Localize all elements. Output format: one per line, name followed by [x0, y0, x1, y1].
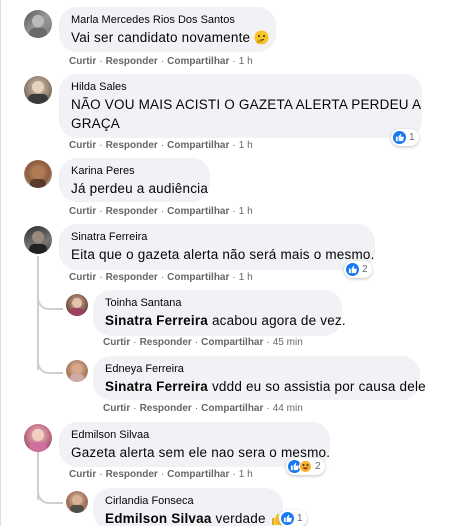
comment-author[interactable]: Edneya Ferreira: [105, 362, 408, 377]
reaction-count: 1: [409, 132, 415, 143]
comment-text: Sinatra Ferreira vddd eu so assistia por…: [105, 379, 426, 394]
thinking-face-icon: [254, 30, 269, 50]
avatar-photo-icon: [70, 495, 84, 513]
like-link[interactable]: Curtir: [69, 140, 96, 151]
comment-author[interactable]: Toinha Santana: [105, 296, 330, 311]
reaction-summary[interactable]: 1: [391, 129, 419, 146]
reply-link[interactable]: Responder: [140, 403, 192, 414]
comment-actions: Curtir · Responder · Compartilhar · 1 h: [69, 140, 253, 151]
reply-link[interactable]: Responder: [140, 337, 192, 348]
comment-text: Edmilson Silvaa verdade: [105, 509, 283, 526]
avatar[interactable]: [24, 10, 52, 38]
comment-author[interactable]: Hilda Sales: [71, 80, 410, 95]
timestamp[interactable]: 1 h: [239, 206, 253, 217]
thread-connector: [37, 280, 63, 310]
avatar[interactable]: [66, 360, 88, 382]
comment-bubble: Hilda Sales NÃO VOU MAIS ACISTI O GAZETA…: [59, 74, 422, 138]
comment-actions: Curtir · Responder · Compartilhar · 1 h: [69, 56, 253, 67]
avatar[interactable]: [24, 76, 52, 104]
avatar-photo-icon: [70, 298, 84, 316]
reaction-summary[interactable]: 2: [286, 458, 325, 475]
thread-connector: [37, 480, 63, 504]
avatar-photo-icon: [29, 429, 47, 452]
reply-link[interactable]: Responder: [106, 140, 158, 151]
mention-link[interactable]: Sinatra Ferreira: [105, 379, 208, 394]
comment-text: Vai ser candidato novamente: [71, 28, 269, 50]
avatar[interactable]: [24, 424, 52, 452]
comment-actions: Curtir · Responder · Compartilhar · 45 min: [103, 337, 303, 348]
share-link[interactable]: Compartilhar: [167, 206, 229, 217]
share-link[interactable]: Compartilhar: [167, 272, 229, 283]
reply-link[interactable]: Responder: [106, 469, 158, 480]
avatar[interactable]: [24, 160, 52, 188]
timestamp[interactable]: 45 min: [273, 337, 303, 348]
comment-text: Sinatra Ferreira acabou agora de vez.: [105, 313, 346, 328]
share-link[interactable]: Compartilhar: [167, 469, 229, 480]
share-link[interactable]: Compartilhar: [167, 140, 229, 151]
share-link[interactable]: Compartilhar: [201, 403, 263, 414]
avatar[interactable]: [24, 226, 52, 254]
avatar-photo-icon: [70, 364, 84, 382]
comment-author[interactable]: Cirlandia Fonseca: [105, 494, 271, 509]
comment-actions: Curtir · Responder · Compartilhar · 1 h: [69, 272, 253, 283]
like-reaction-icon: [346, 263, 359, 276]
reaction-count: 2: [362, 264, 368, 275]
mention-link[interactable]: Edmilson Silvaa: [105, 511, 212, 526]
timestamp[interactable]: 1 h: [239, 56, 253, 67]
timestamp[interactable]: 1 h: [239, 469, 253, 480]
reaction-count: 1: [297, 513, 303, 524]
comment-text: Gazeta alerta sem ele nao sera o mesmo.: [71, 445, 331, 460]
reaction-count: 2: [315, 461, 321, 472]
comment-bubble: Cirlandia Fonseca Edmilson Silvaa verdad…: [93, 488, 283, 526]
avatar-photo-icon: [29, 15, 47, 38]
comment-bubble: Sinatra Ferreira Eita que o gazeta alert…: [59, 224, 375, 270]
like-link[interactable]: Curtir: [69, 469, 96, 480]
like-link[interactable]: Curtir: [103, 403, 130, 414]
avatar-photo-icon: [28, 81, 48, 104]
timestamp[interactable]: 44 min: [273, 403, 303, 414]
comment-author[interactable]: Edmilson Silvaa: [71, 428, 318, 443]
like-link[interactable]: Curtir: [69, 206, 96, 217]
reply-link[interactable]: Responder: [106, 56, 158, 67]
comment-text: NÃO VOU MAIS ACISTI O GAZETA ALERTA PERD…: [71, 97, 422, 112]
comment-actions: Curtir · Responder · Compartilhar · 1 h: [69, 206, 253, 217]
haha-reaction-icon: [299, 460, 312, 473]
comment-actions: Curtir · Responder · Compartilhar · 44 min: [103, 403, 303, 414]
share-link[interactable]: Compartilhar: [201, 337, 263, 348]
like-reaction-icon: [281, 512, 294, 525]
mention-link[interactable]: Sinatra Ferreira: [105, 313, 208, 328]
comment-text: Já perdeu a audiência: [71, 181, 209, 196]
comment-text: Eita que o gazeta alerta não será mais o…: [71, 247, 375, 262]
like-link[interactable]: Curtir: [69, 56, 96, 67]
like-reaction-icon: [393, 131, 406, 144]
like-link[interactable]: Curtir: [69, 272, 96, 283]
avatar[interactable]: [66, 491, 88, 513]
thread-connector: [37, 340, 63, 374]
avatar-photo-icon: [30, 166, 46, 188]
reaction-summary[interactable]: 2: [344, 261, 372, 278]
reply-link[interactable]: Responder: [106, 206, 158, 217]
timestamp[interactable]: 1 h: [239, 140, 253, 151]
timestamp[interactable]: 1 h: [239, 272, 253, 283]
reaction-summary[interactable]: 1: [279, 510, 307, 526]
avatar-photo-icon: [29, 231, 47, 254]
avatar[interactable]: [66, 294, 88, 316]
like-link[interactable]: Curtir: [103, 337, 130, 348]
share-link[interactable]: Compartilhar: [167, 56, 229, 67]
comment-bubble: Marla Mercedes Rios Dos Santos Vai ser c…: [59, 7, 276, 52]
comment-author[interactable]: Karina Peres: [71, 164, 198, 179]
comment-author[interactable]: Marla Mercedes Rios Dos Santos: [71, 13, 264, 28]
comment-bubble: Karina Peres Já perdeu a audiência: [59, 158, 210, 202]
comment-bubble: Edneya Ferreira Sinatra Ferreira vddd eu…: [93, 356, 426, 400]
comment-bubble: Toinha Santana Sinatra Ferreira acabou a…: [93, 290, 346, 336]
comment-author[interactable]: Sinatra Ferreira: [71, 230, 363, 245]
reply-link[interactable]: Responder: [106, 272, 158, 283]
comment-text: GRAÇA: [71, 116, 121, 131]
comment-actions: Curtir · Responder · Compartilhar · 1 h: [69, 469, 253, 480]
